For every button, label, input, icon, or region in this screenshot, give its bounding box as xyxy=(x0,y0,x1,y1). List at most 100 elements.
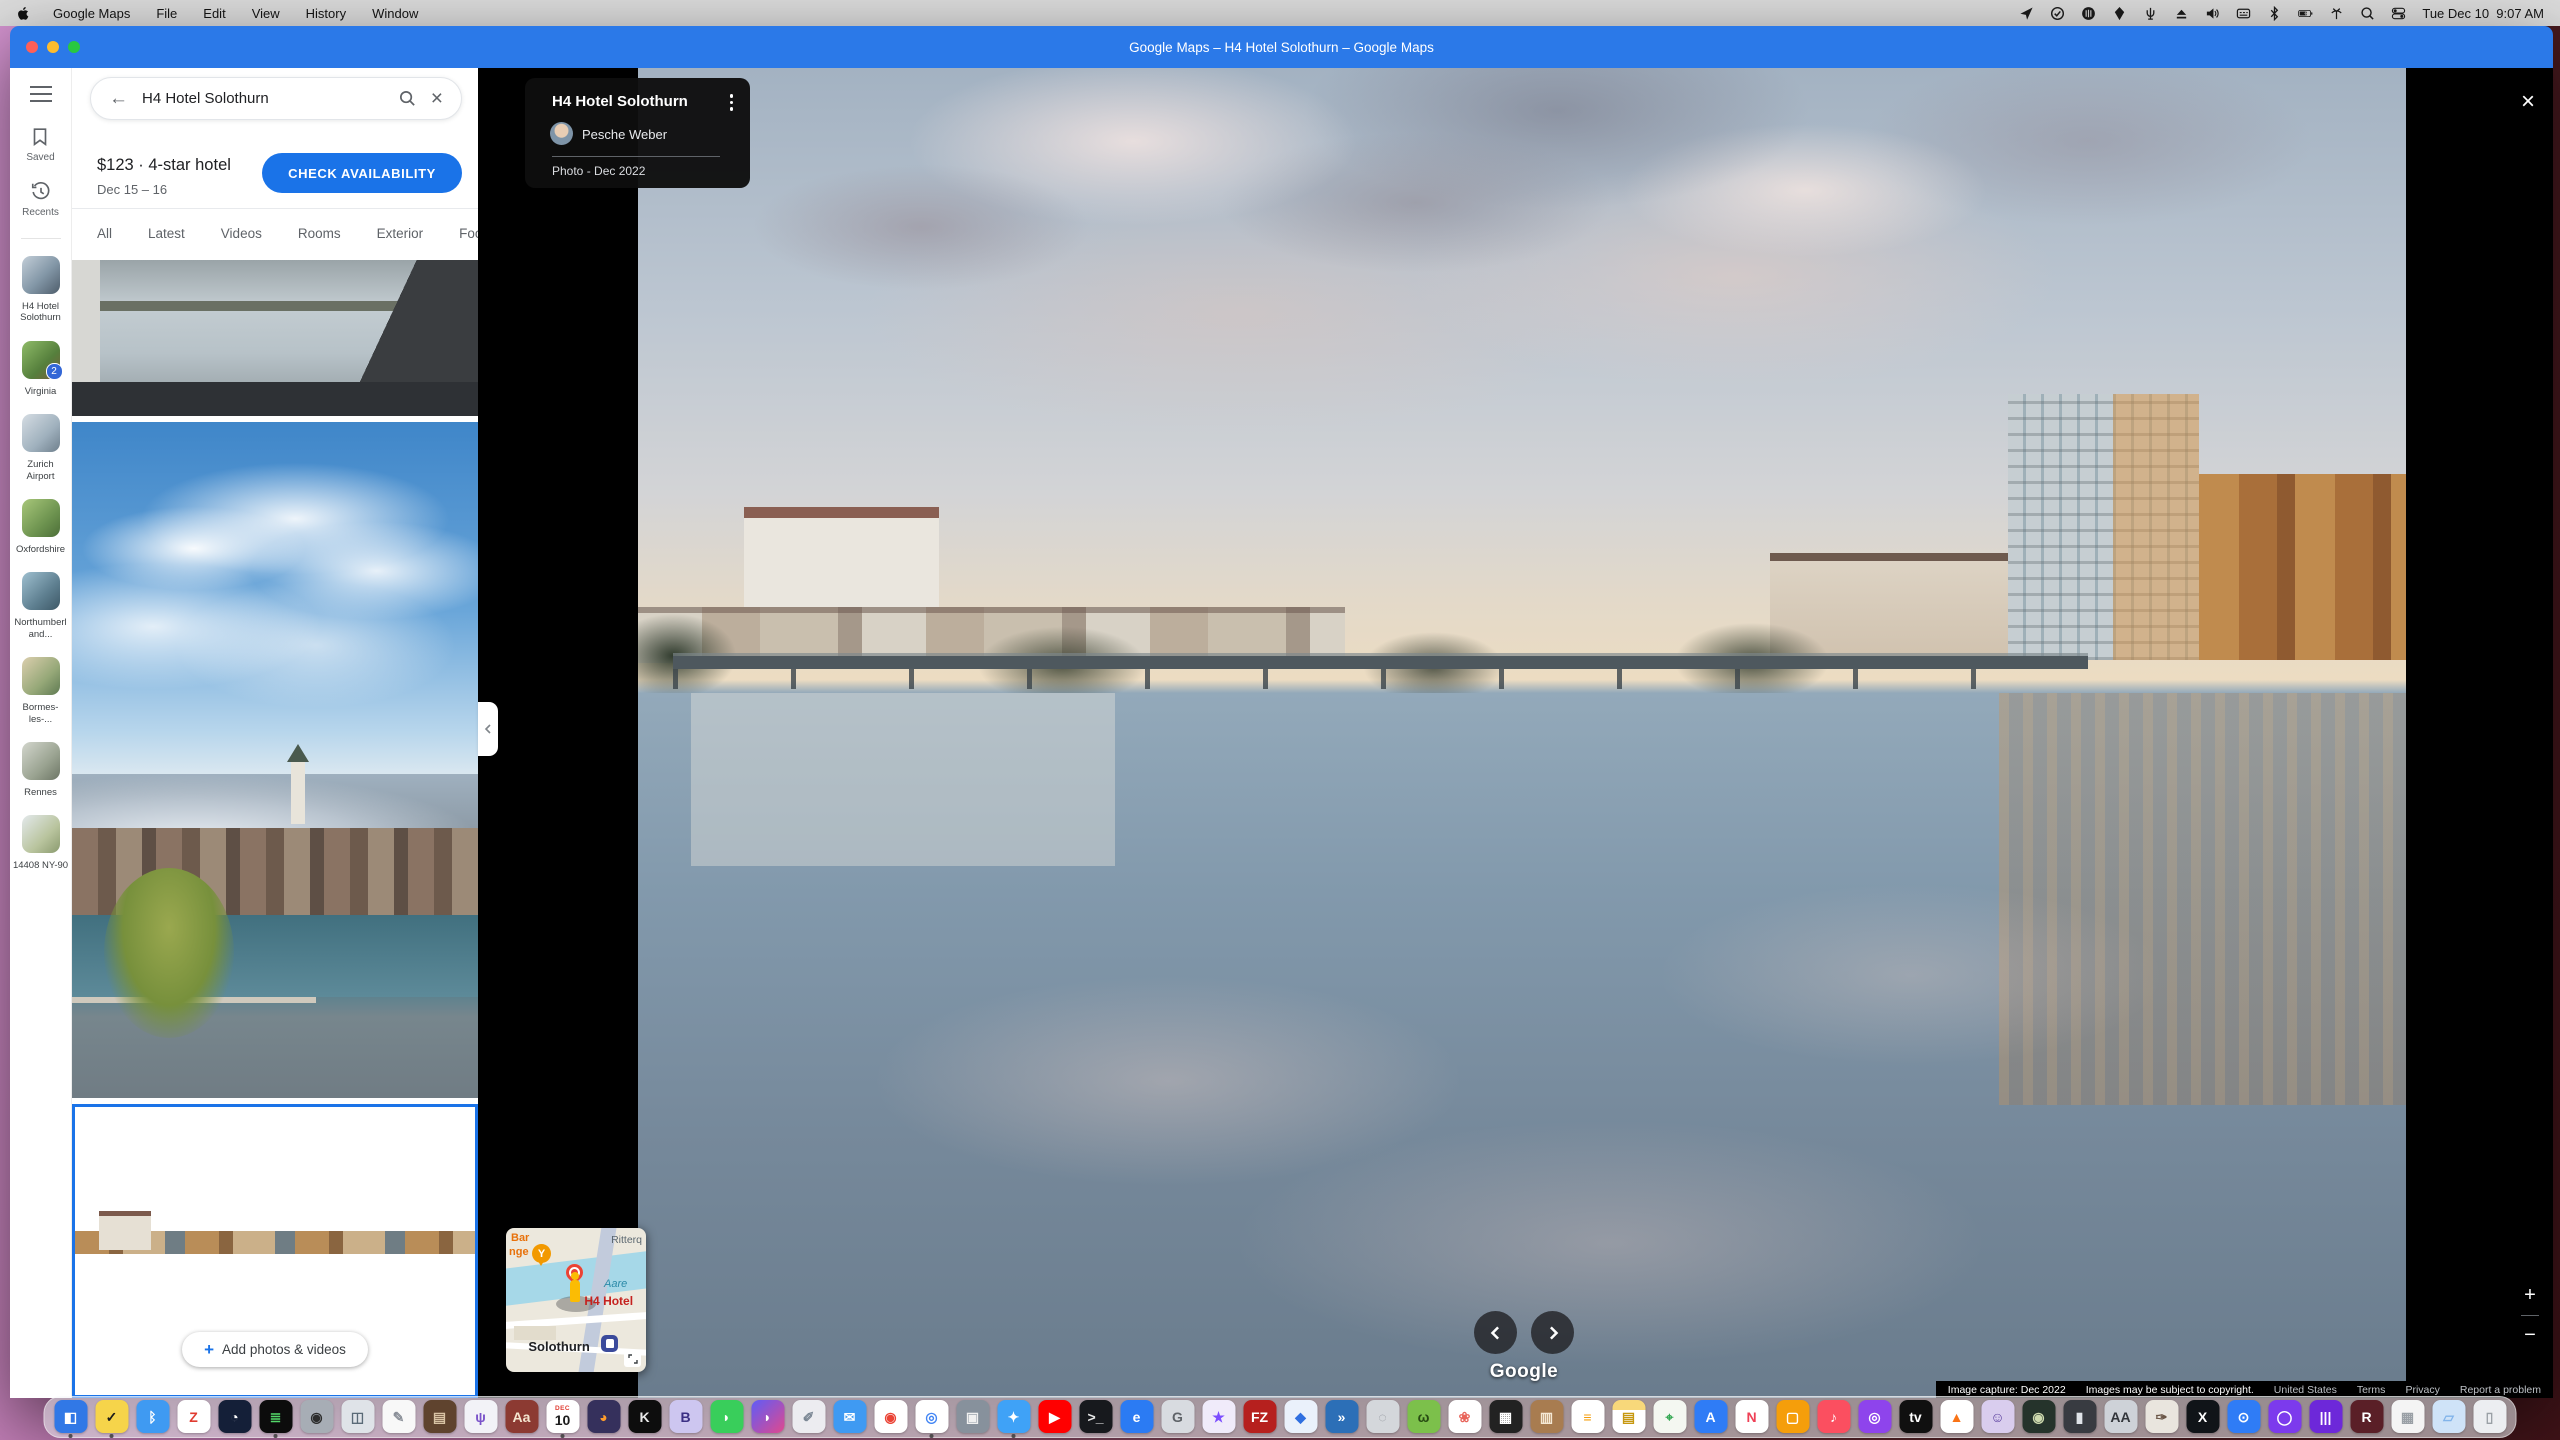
dock-icon-disk-utility[interactable]: ◫ xyxy=(341,1400,374,1433)
dock-icon-folder[interactable]: ▱ xyxy=(2432,1400,2465,1433)
dock-icon-contacts[interactable]: ▥ xyxy=(1530,1400,1563,1433)
dock-icon-safari[interactable]: ✦ xyxy=(997,1400,1030,1433)
minimap-expand-icon[interactable] xyxy=(624,1350,641,1367)
location-arrow-icon[interactable] xyxy=(2019,6,2034,21)
zoom-out-button[interactable]: − xyxy=(2524,1324,2536,1347)
attribution-item[interactable]: United States xyxy=(2274,1384,2337,1396)
recent-place[interactable]: 2 Virginia xyxy=(12,338,70,397)
attribution-item[interactable]: Terms xyxy=(2357,1384,2386,1396)
recent-place[interactable]: Northumberland... xyxy=(12,569,70,640)
recorder-disc-icon[interactable] xyxy=(2081,6,2096,21)
menubar-item-view[interactable]: View xyxy=(252,6,280,21)
dock-icon-trash[interactable]: ▯ xyxy=(2473,1400,2506,1433)
shazam-icon[interactable] xyxy=(2112,6,2127,21)
photo-tab[interactable]: Food xyxy=(459,209,478,258)
clear-search-icon[interactable]: × xyxy=(431,88,443,109)
attribution-item[interactable]: Privacy xyxy=(2405,1384,2439,1396)
volume-icon[interactable] xyxy=(2205,6,2220,21)
previous-photo-button[interactable] xyxy=(1474,1311,1517,1354)
collapse-panel-handle[interactable] xyxy=(478,702,498,756)
dock-icon-piano-keys[interactable]: ▦ xyxy=(1489,1400,1522,1433)
recent-place[interactable]: Bormes-les-... xyxy=(12,654,70,725)
dock-icon-voice-app[interactable]: ||| xyxy=(2309,1400,2342,1433)
dock-icon-font-book[interactable]: AA xyxy=(2104,1400,2137,1433)
main-photo[interactable] xyxy=(638,68,2406,1398)
dock-icon-usb-utility[interactable]: ψ xyxy=(464,1400,497,1433)
dock-icon-terminal-alt[interactable]: ▮ xyxy=(2063,1400,2096,1433)
dock-icon-photos[interactable]: ❀ xyxy=(1448,1400,1481,1433)
photo-tab[interactable]: Latest xyxy=(148,209,185,258)
attribution-item[interactable]: Images may be subject to copyright. xyxy=(2086,1384,2254,1396)
dock-icon-frog-app[interactable]: ω xyxy=(1407,1400,1440,1433)
dock-icon-chrome[interactable]: ◎ xyxy=(915,1400,948,1433)
dock-icon-dvd-player[interactable]: ◌ xyxy=(1366,1400,1399,1433)
zoom-in-button[interactable]: + xyxy=(2524,1284,2536,1307)
spotlight-icon[interactable] xyxy=(2360,6,2375,21)
dock-icon-app-store[interactable]: A xyxy=(1694,1400,1727,1433)
dock-icon-kindle[interactable]: K xyxy=(628,1400,661,1433)
dock-icon-google-maps[interactable]: ◉ xyxy=(874,1400,907,1433)
photo-tab[interactable]: All xyxy=(97,209,112,258)
close-viewer-icon[interactable]: × xyxy=(2521,90,2535,114)
hamburger-menu-icon[interactable] xyxy=(30,86,52,88)
menubar-item-edit[interactable]: Edit xyxy=(203,6,225,21)
dock-icon-things[interactable]: ✓ xyxy=(95,1400,128,1433)
keyboard-input-icon[interactable] xyxy=(2236,6,2251,21)
back-arrow-icon[interactable]: ← xyxy=(109,88,128,110)
dock-icon-openoffice[interactable]: » xyxy=(1325,1400,1358,1433)
dock-icon-video-camera-app[interactable]: ⊙ xyxy=(2227,1400,2260,1433)
dock-icon-audio-meters[interactable]: ≣ xyxy=(259,1400,292,1433)
bluetooth-icon[interactable] xyxy=(2267,6,2282,21)
minimap[interactable]: Bar nge Ritterq Aare Y H4 Hotel Solothur… xyxy=(506,1228,646,1372)
recent-place[interactable]: H4 Hotel Solothurn xyxy=(12,253,70,324)
dock-icon-image-file[interactable]: ▦ xyxy=(2391,1400,2424,1433)
battery-icon[interactable] xyxy=(2298,6,2313,21)
check-availability-button[interactable]: CHECK AVAILABILITY xyxy=(262,153,462,193)
photo-tab[interactable]: Rooms xyxy=(298,209,341,258)
dock-icon-apple-tv[interactable]: tv xyxy=(1899,1400,1932,1433)
attribution-item[interactable]: Report a problem xyxy=(2460,1384,2541,1396)
dock-icon-youtube[interactable]: ▶ xyxy=(1038,1400,1071,1433)
dock-icon-messages[interactable]: ◗ xyxy=(710,1400,743,1433)
photo-thumbnail-town-panorama[interactable] xyxy=(72,422,478,1098)
pegman-icon[interactable] xyxy=(570,1280,580,1302)
dock-icon-vinyl-app[interactable]: ◉ xyxy=(2022,1400,2055,1433)
dock-icon-paste-app[interactable]: ◆ xyxy=(1284,1400,1317,1433)
sidebar-item-saved[interactable]: Saved xyxy=(26,126,54,163)
dock-icon-r-app[interactable]: R xyxy=(2350,1400,2383,1433)
airplay-antenna-icon[interactable] xyxy=(2329,6,2344,21)
next-photo-button[interactable] xyxy=(1531,1311,1574,1354)
dock-icon-dictionary[interactable]: Aa xyxy=(505,1400,538,1433)
dock-icon-system-info[interactable]: ▣ xyxy=(956,1400,989,1433)
sidebar-item-recents[interactable]: Recents xyxy=(22,181,59,218)
dock-icon-lens-app[interactable]: ◯ xyxy=(2268,1400,2301,1433)
add-photos-button[interactable]: + Add photos & videos xyxy=(182,1332,368,1367)
eject-icon[interactable] xyxy=(2174,6,2189,21)
dock-icon-reminders[interactable]: ≡ xyxy=(1571,1400,1604,1433)
dock-icon-text-editor[interactable]: ✎ xyxy=(382,1400,415,1433)
dock-icon-filezilla[interactable]: FZ xyxy=(1243,1400,1276,1433)
dock-icon-comic-app[interactable]: ☺ xyxy=(1981,1400,2014,1433)
photo-tab[interactable]: Videos xyxy=(221,209,262,258)
dock-icon-speed-gauge[interactable]: ◔ xyxy=(218,1400,251,1433)
window-titlebar[interactable]: Google Maps – H4 Hotel Solothurn – Googl… xyxy=(10,26,2553,68)
search-input[interactable]: H4 Hotel Solothurn xyxy=(142,90,384,107)
menubar-app-name[interactable]: Google Maps xyxy=(53,6,130,21)
search-bar[interactable]: ← H4 Hotel Solothurn × xyxy=(90,77,462,120)
dock-icon-globe-app[interactable]: G xyxy=(1161,1400,1194,1433)
recent-place[interactable]: Rennes xyxy=(12,739,70,798)
task-check-icon[interactable] xyxy=(2050,6,2065,21)
dock-icon-bluetooth-exchange[interactable]: ᛒ xyxy=(136,1400,169,1433)
search-icon[interactable] xyxy=(398,89,417,108)
recent-place[interactable]: Zurich Airport xyxy=(12,411,70,482)
dock-icon-gimp[interactable]: ✑ xyxy=(2145,1400,2178,1433)
recent-place[interactable]: 14408 NY-90 xyxy=(12,812,70,871)
dock-icon-zinio[interactable]: Z xyxy=(177,1400,210,1433)
apple-menu-icon[interactable] xyxy=(16,6,31,21)
control-center-icon[interactable] xyxy=(2391,6,2406,21)
menubar-item-window[interactable]: Window xyxy=(372,6,418,21)
menubar-item-file[interactable]: File xyxy=(156,6,177,21)
dock-icon-terminal[interactable]: >_ xyxy=(1079,1400,1112,1433)
recent-place[interactable]: Oxfordshire xyxy=(12,496,70,555)
menubar-item-history[interactable]: History xyxy=(306,6,346,21)
